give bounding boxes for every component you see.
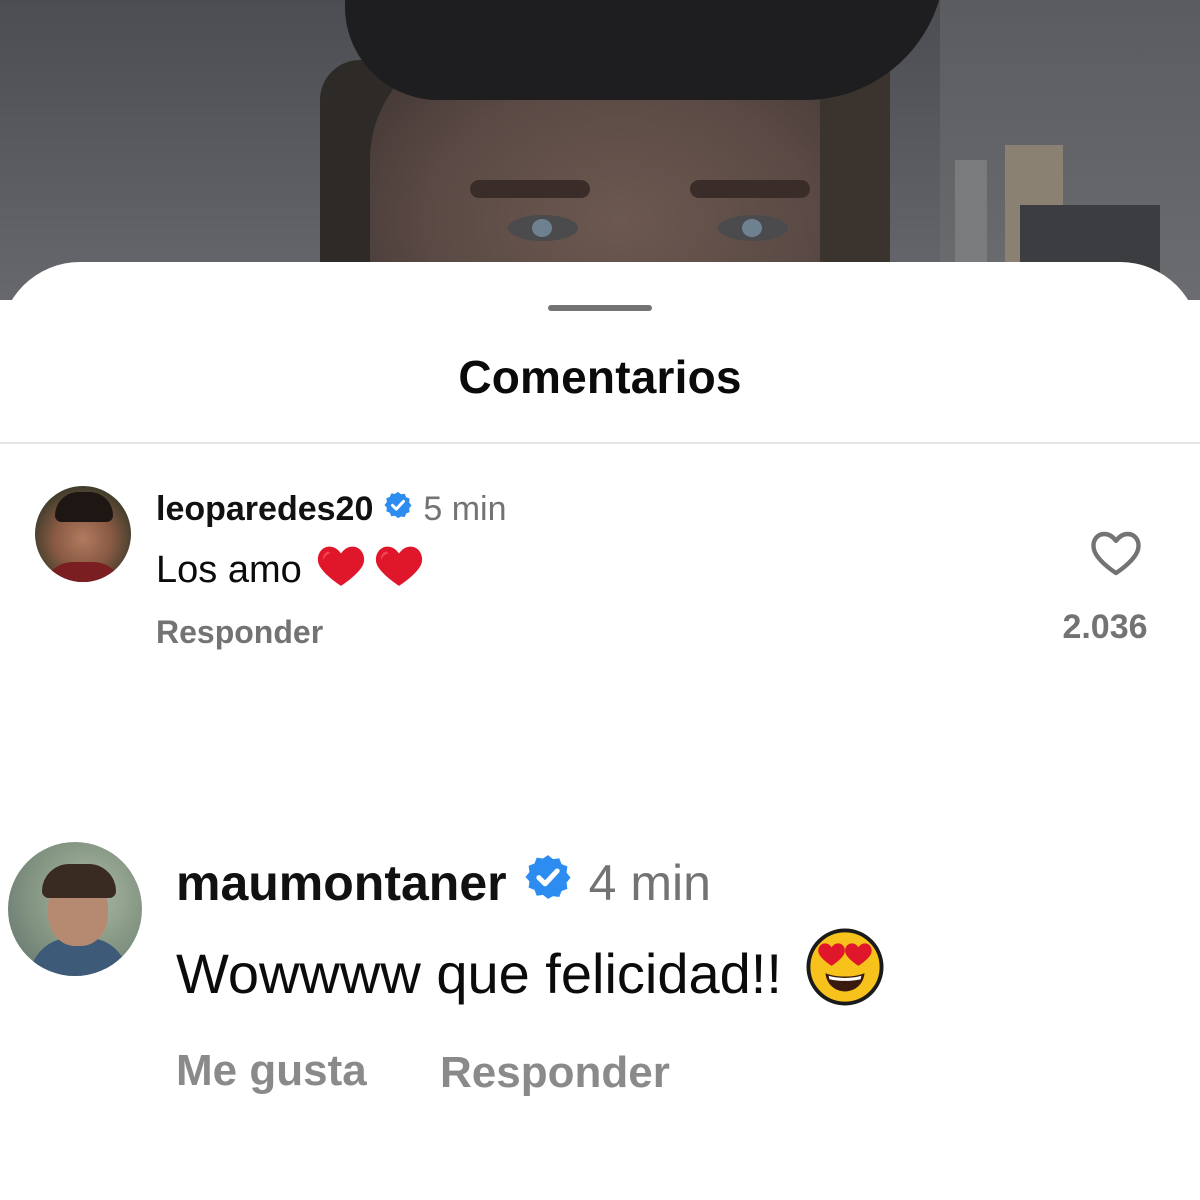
reply-button[interactable]: Responder bbox=[156, 614, 323, 651]
heart-eyes-emoji bbox=[806, 928, 884, 1019]
comment-header: maumontaner 4 min bbox=[176, 852, 711, 914]
like-count: 2.036 bbox=[1062, 608, 1148, 646]
reply-button[interactable]: Responder bbox=[440, 1048, 670, 1098]
avatar[interactable] bbox=[35, 486, 131, 582]
comment-header: leoparedes20 5 min bbox=[156, 490, 507, 529]
comments-sheet: Comentarios leoparedes20 5 min Los amo R… bbox=[0, 262, 1200, 1200]
red-heart-emoji bbox=[316, 542, 366, 598]
background-video-frame bbox=[0, 0, 1200, 300]
comment-time: 4 min bbox=[588, 855, 711, 911]
heart-outline-icon[interactable] bbox=[1090, 530, 1142, 578]
username-link[interactable]: leoparedes20 bbox=[156, 490, 373, 529]
comment-body: Los amo bbox=[156, 542, 424, 598]
comment-time: 5 min bbox=[423, 490, 507, 528]
header-divider bbox=[0, 442, 1200, 444]
verified-badge-icon bbox=[383, 490, 413, 529]
avatar[interactable] bbox=[8, 842, 142, 976]
sheet-drag-handle[interactable] bbox=[548, 305, 652, 311]
username-link[interactable]: maumontaner bbox=[176, 854, 507, 912]
comment-text: Wowwww que felicidad!! bbox=[176, 942, 782, 1005]
like-comment-button[interactable]: Me gusta bbox=[176, 1046, 367, 1096]
reel-comments-screen: Comentarios leoparedes20 5 min Los amo R… bbox=[0, 0, 1200, 1200]
verified-badge-icon bbox=[523, 852, 573, 914]
sheet-title: Comentarios bbox=[458, 351, 742, 403]
comment-body: Wowwww que felicidad!! bbox=[176, 928, 884, 1019]
comment-text: Los amo bbox=[156, 548, 302, 591]
red-heart-emoji bbox=[374, 542, 424, 598]
